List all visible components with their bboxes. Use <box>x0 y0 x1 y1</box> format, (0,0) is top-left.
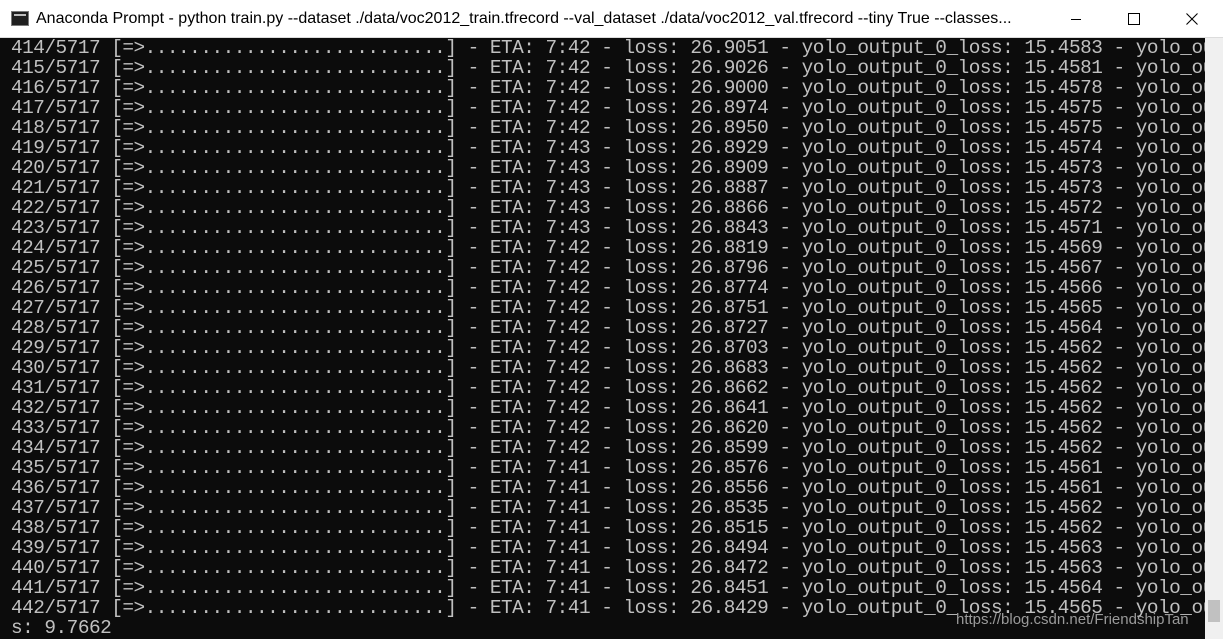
title-bar[interactable]: Anaconda Prompt - python train.py --data… <box>0 0 1223 38</box>
console-line: 418/5717 [=>...........................]… <box>11 117 1205 139</box>
console-line: 420/5717 [=>...........................]… <box>11 157 1205 179</box>
console-line: 417/5717 [=>...........................]… <box>11 97 1205 119</box>
console-line: 427/5717 [=>...........................]… <box>11 297 1205 319</box>
console-line: 424/5717 [=>...........................]… <box>11 237 1205 259</box>
console-line: 429/5717 [=>...........................]… <box>11 337 1205 359</box>
console-line: 414/5717 [=>...........................]… <box>11 38 1205 59</box>
console-line: 416/5717 [=>...........................]… <box>11 77 1205 99</box>
console-line: 437/5717 [=>...........................]… <box>11 497 1205 519</box>
anaconda-prompt-window: Anaconda Prompt - python train.py --data… <box>0 0 1223 639</box>
window-title: Anaconda Prompt - python train.py --data… <box>36 10 1012 27</box>
console-output[interactable]: 414/5717 [=>...........................]… <box>0 38 1205 639</box>
minimize-button[interactable] <box>1047 0 1105 38</box>
watermark-text: https://blog.csdn.net/FriendshipTan <box>956 611 1189 628</box>
console-line: 431/5717 [=>...........................]… <box>11 377 1205 399</box>
terminal-icon <box>11 11 29 26</box>
console-line: 421/5717 [=>...........................]… <box>11 177 1205 199</box>
console-line: 432/5717 [=>...........................]… <box>11 397 1205 419</box>
console-line: 435/5717 [=>...........................]… <box>11 457 1205 479</box>
console-line: 422/5717 [=>...........................]… <box>11 197 1205 219</box>
console-line: 436/5717 [=>...........................]… <box>11 477 1205 499</box>
console-line: 438/5717 [=>...........................]… <box>11 517 1205 539</box>
minimize-icon <box>1071 19 1081 20</box>
console-line: 426/5717 [=>...........................]… <box>11 277 1205 299</box>
maximize-icon <box>1128 13 1140 25</box>
console-line: 430/5717 [=>...........................]… <box>11 357 1205 379</box>
console-line: 425/5717 [=>...........................]… <box>11 257 1205 279</box>
console-line: 419/5717 [=>...........................]… <box>11 137 1205 159</box>
vertical-scrollbar[interactable] <box>1205 38 1223 639</box>
close-button[interactable] <box>1163 0 1221 38</box>
console-line: 439/5717 [=>...........................]… <box>11 537 1205 559</box>
console-line: 433/5717 [=>...........................]… <box>11 417 1205 439</box>
maximize-button[interactable] <box>1105 0 1163 38</box>
console-line: 423/5717 [=>...........................]… <box>11 217 1205 239</box>
console-line: 415/5717 [=>...........................]… <box>11 57 1205 79</box>
console-line: 441/5717 [=>...........................]… <box>11 577 1205 599</box>
console-line: 434/5717 [=>...........................]… <box>11 437 1205 459</box>
scrollbar-thumb[interactable] <box>1208 600 1220 622</box>
console-line: 440/5717 [=>...........................]… <box>11 557 1205 579</box>
console-line: 428/5717 [=>...........................]… <box>11 317 1205 339</box>
close-icon <box>1186 13 1198 25</box>
